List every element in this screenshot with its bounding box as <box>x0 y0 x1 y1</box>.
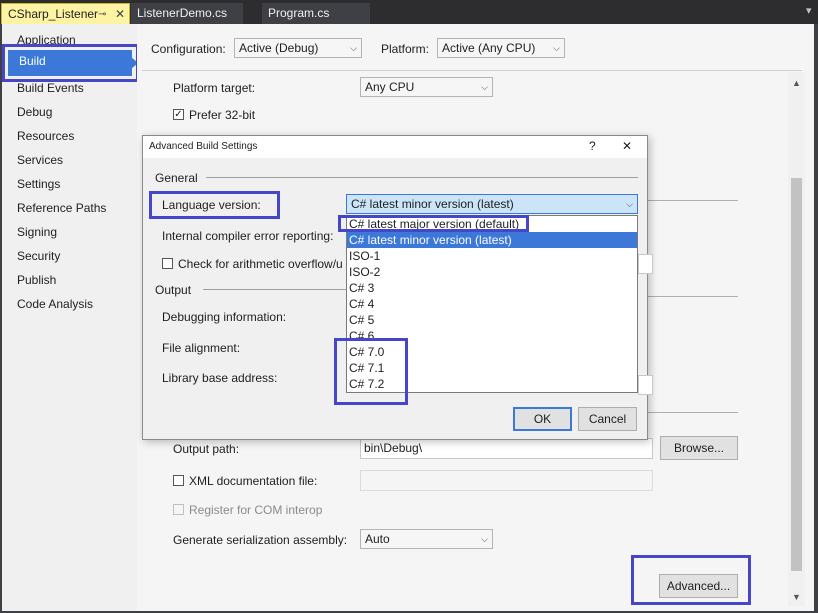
configuration-label: Configuration: <box>151 42 226 56</box>
platform-target-label: Platform target: <box>173 81 256 95</box>
list-item[interactable]: ISO-1 <box>347 248 637 264</box>
cancel-button[interactable]: Cancel <box>578 407 637 431</box>
sidebar-item-debug[interactable]: Debug <box>17 102 52 122</box>
tab-label: ListenerDemo.cs <box>137 6 228 20</box>
ok-button[interactable]: OK <box>513 407 572 431</box>
platform-target-value: Any CPU <box>365 80 415 94</box>
default-option-highlight-box <box>338 215 529 232</box>
sidebar-item-signing[interactable]: Signing <box>17 222 57 242</box>
output-section-header: Output <box>155 283 192 297</box>
platform-target-select[interactable]: Any CPU ⌵ <box>360 77 493 97</box>
xml-doc-checkbox[interactable] <box>173 475 184 486</box>
output-path-input[interactable]: bin\Debug\ <box>360 438 653 459</box>
output-divider-bg <box>648 296 738 297</box>
chevron-down-icon: ⌵ <box>350 43 357 53</box>
language-version-select[interactable]: C# latest minor version (latest) ⌵ <box>346 194 638 214</box>
sidebar-item-reference-paths[interactable]: Reference Paths <box>17 198 106 218</box>
language-version-highlight-box <box>149 191 280 219</box>
scroll-up-icon[interactable]: ▲ <box>792 78 801 88</box>
config-divider <box>142 70 802 71</box>
output-divider-bg-2 <box>648 412 738 413</box>
gen-serialization-value: Auto <box>365 532 390 546</box>
library-base-label: Library base address: <box>162 371 278 385</box>
csharp7-options-highlight-box <box>334 338 408 405</box>
tab-label: Program.cs <box>268 6 330 20</box>
list-item[interactable]: C# 5 <box>347 312 637 328</box>
general-section-header: General <box>155 171 198 185</box>
library-base-adjacent-field <box>638 375 653 395</box>
browse-button[interactable]: Browse... <box>660 436 738 460</box>
register-com-label: Register for COM interop <box>189 503 323 517</box>
output-divider <box>203 289 346 290</box>
platform-value: Active (Any CPU) <box>442 41 536 55</box>
xml-doc-label: XML documentation file: <box>189 474 318 488</box>
sidebar-item-resources[interactable]: Resources <box>17 126 74 146</box>
prefer-32bit-checkbox[interactable]: ✓ <box>173 109 184 120</box>
tab-label: CSharp_Listener <box>8 7 99 21</box>
list-item[interactable]: ISO-2 <box>347 264 637 280</box>
output-path-label: Output path: <box>173 442 240 456</box>
language-version-value: C# latest minor version (latest) <box>351 197 514 211</box>
list-item-selected[interactable]: C# latest minor version (latest) <box>347 232 637 248</box>
debugging-info-label: Debugging information: <box>162 310 287 324</box>
dialog-title: Advanced Build Settings <box>149 141 258 152</box>
tab-overflow-icon[interactable]: ▾ <box>806 4 812 17</box>
gen-serialization-select[interactable]: Auto ⌵ <box>360 529 493 549</box>
sidebar-item-settings[interactable]: Settings <box>17 174 60 194</box>
file-alignment-label: File alignment: <box>162 341 241 355</box>
window-frame-right <box>814 24 818 613</box>
close-icon[interactable]: ✕ <box>622 139 632 153</box>
xml-doc-input[interactable] <box>360 470 653 491</box>
overflow-label: Check for arithmetic overflow/u <box>178 257 343 271</box>
overflow-adjacent-field <box>638 254 653 274</box>
tab-csharp-listener[interactable]: CSharp_Listener ⊸ ✕ <box>1 3 130 24</box>
chevron-down-icon: ⌵ <box>553 43 560 53</box>
overflow-checkbox[interactable] <box>162 258 173 269</box>
configuration-select[interactable]: Active (Debug) ⌵ <box>234 38 362 58</box>
pin-icon[interactable]: ⊸ <box>98 4 106 25</box>
advanced-highlight-box <box>631 555 751 605</box>
chevron-down-icon: ⌵ <box>626 199 633 209</box>
sidebar-item-services[interactable]: Services <box>17 150 63 170</box>
register-com-checkbox[interactable] <box>173 504 184 515</box>
configuration-value: Active (Debug) <box>239 41 319 55</box>
close-tab-icon[interactable]: ✕ <box>115 4 125 25</box>
sidebar-item-publish[interactable]: Publish <box>17 270 56 290</box>
scrollbar-thumb[interactable] <box>791 178 802 571</box>
list-item[interactable]: C# 3 <box>347 280 637 296</box>
tab-listenerdemo-cs[interactable]: ListenerDemo.cs <box>131 3 243 24</box>
general-divider-bg <box>648 200 738 201</box>
prefer-32bit-label: Prefer 32-bit <box>189 108 256 122</box>
chevron-down-icon: ⌵ <box>481 534 488 544</box>
tab-program-cs[interactable]: Program.cs <box>262 3 370 24</box>
platform-select[interactable]: Active (Any CPU) ⌵ <box>437 38 565 58</box>
general-divider <box>206 177 638 178</box>
help-icon[interactable]: ? <box>589 139 596 153</box>
scroll-down-icon[interactable]: ▼ <box>792 592 801 602</box>
chevron-down-icon: ⌵ <box>481 82 488 92</box>
gen-serialization-label: Generate serialization assembly: <box>173 533 348 547</box>
sidebar-item-code-analysis[interactable]: Code Analysis <box>17 294 93 314</box>
platform-label: Platform: <box>381 42 430 56</box>
ice-reporting-label: Internal compiler error reporting: <box>162 229 334 243</box>
list-item[interactable]: C# 4 <box>347 296 637 312</box>
sidebar-item-security[interactable]: Security <box>17 246 60 266</box>
build-highlight-box <box>2 44 139 82</box>
